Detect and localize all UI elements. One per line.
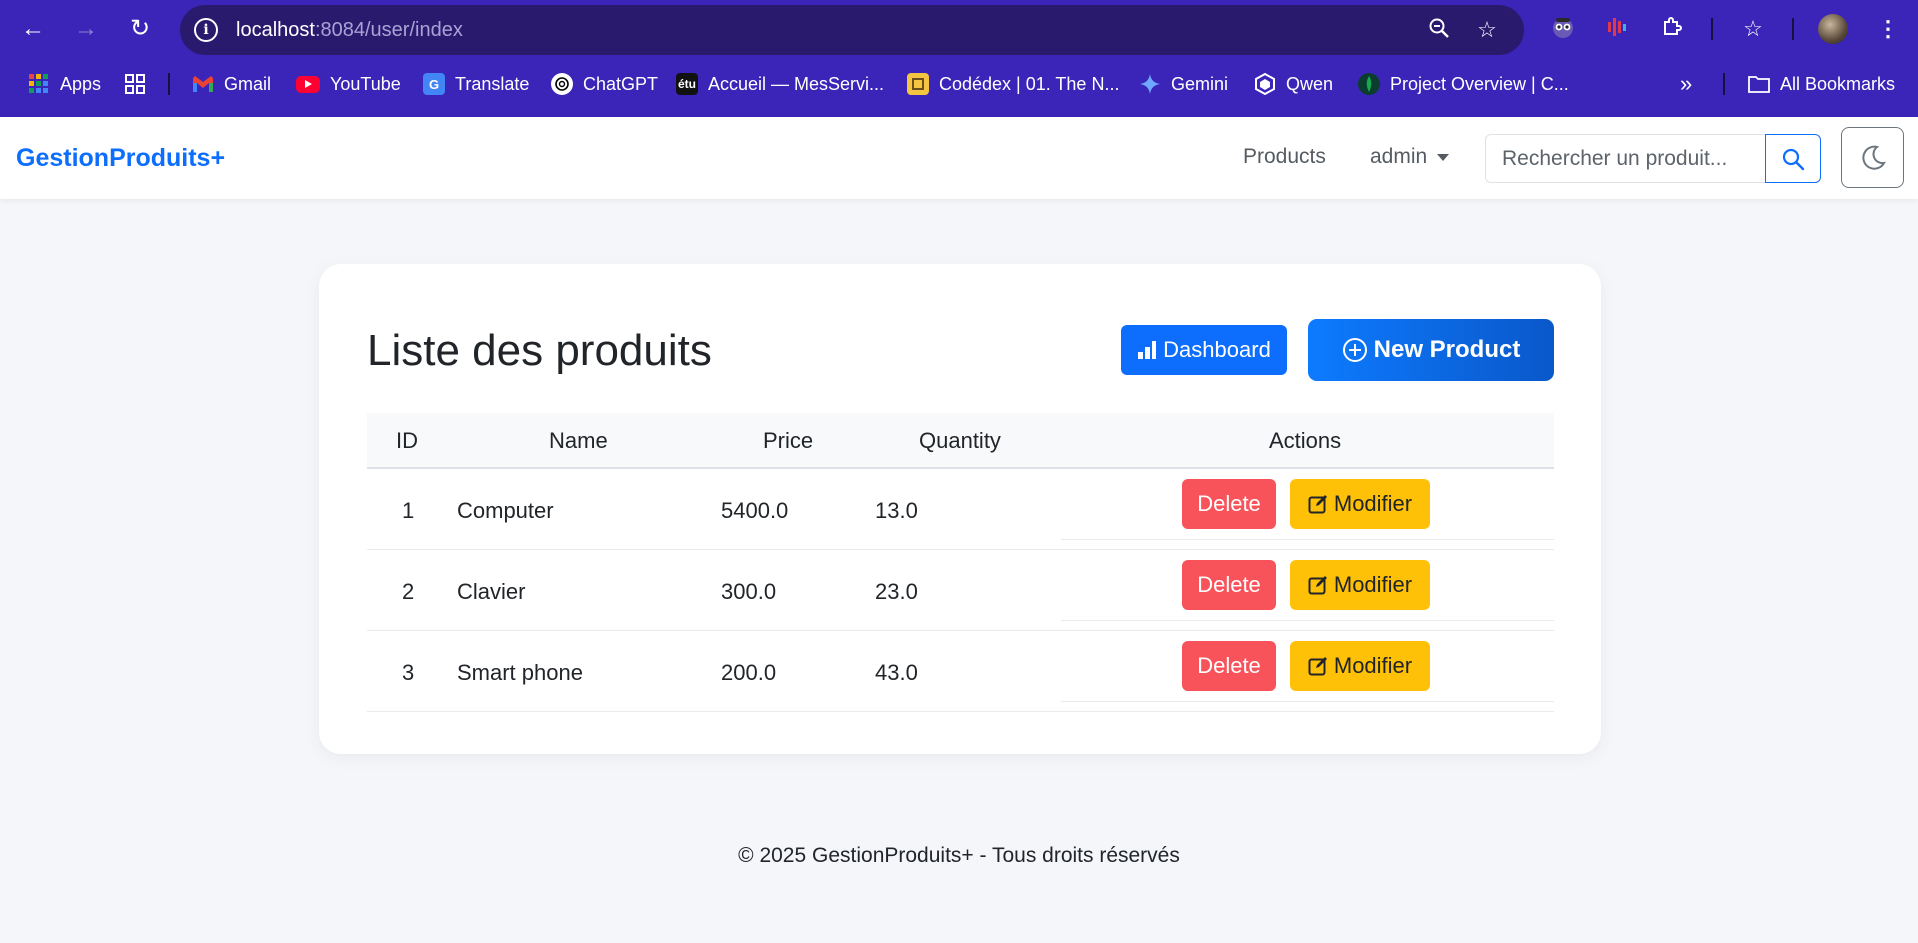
- bookmark-messervices[interactable]: étu Accueil — MesServi...: [676, 71, 884, 97]
- new-product-button[interactable]: New Product: [1308, 319, 1554, 381]
- etu-icon: étu: [676, 73, 698, 95]
- address-url[interactable]: localhost:8084/user/index: [236, 19, 463, 42]
- toolbar-divider: [1792, 18, 1794, 40]
- table-row: 3 Smart phone 200.0 43.0 Delete Modifier: [367, 631, 1554, 712]
- zoom-icon[interactable]: [1426, 17, 1452, 43]
- column-header-id: ID: [396, 428, 418, 453]
- extension-audio-icon[interactable]: [1603, 14, 1633, 44]
- column-header-name: Name: [549, 428, 608, 453]
- dashboard-button[interactable]: Dashboard: [1121, 325, 1287, 375]
- youtube-icon: [296, 75, 320, 93]
- bookmark-translate[interactable]: G Translate: [423, 71, 529, 97]
- footer-copyright: © 2025 GestionProduits+ - Tous droits ré…: [738, 844, 1180, 867]
- cell-quantity: 43.0: [875, 660, 918, 685]
- chatgpt-icon: [551, 73, 573, 95]
- products-card: Liste des produits Dashboard New Product…: [319, 264, 1601, 754]
- table-row: 1 Computer 5400.0 13.0 Delete Modifier: [367, 469, 1554, 550]
- edit-button[interactable]: Modifier: [1290, 560, 1430, 610]
- address-bar[interactable]: i localhost:8084/user/index ☆: [180, 5, 1524, 55]
- apps-grid-icon: [28, 73, 50, 95]
- profile-avatar[interactable]: [1818, 14, 1848, 44]
- bookmark-star-icon[interactable]: ☆: [1474, 17, 1500, 43]
- cell-id: 3: [402, 660, 415, 685]
- mongodb-icon: [1358, 73, 1380, 95]
- cell-quantity: 13.0: [875, 498, 918, 523]
- user-menu-dropdown[interactable]: admin: [1370, 145, 1450, 169]
- codedex-icon: [907, 73, 929, 95]
- edit-icon: [1308, 495, 1327, 514]
- brand-logo[interactable]: GestionProduits+: [16, 144, 225, 173]
- column-header-price: Price: [763, 428, 814, 453]
- bookmark-apps[interactable]: Apps: [28, 71, 101, 97]
- bookmark-gemini[interactable]: Gemini: [1139, 71, 1228, 97]
- app-navbar: GestionProduits+ Products admin: [0, 117, 1918, 199]
- browser-toolbar: ← → ↻ i localhost:8084/user/index ☆ ☆ ⋮: [0, 0, 1918, 58]
- edit-icon: [1308, 576, 1327, 595]
- plus-circle-icon: [1342, 338, 1367, 362]
- cell-name: Computer: [457, 498, 554, 523]
- delete-button[interactable]: Delete: [1182, 479, 1276, 529]
- cell-quantity: 23.0: [875, 579, 918, 604]
- bookmark-grid-icon[interactable]: [124, 71, 146, 97]
- folder-icon: [1748, 73, 1770, 95]
- browser-menu-icon[interactable]: ⋮: [1873, 14, 1903, 44]
- cell-price: 5400.0: [721, 498, 789, 523]
- qwen-icon: [1254, 73, 1276, 95]
- page-title: Liste des produits: [367, 326, 712, 375]
- translate-icon: G: [423, 73, 445, 95]
- bookmark-codedex[interactable]: Codédex | 01. The N...: [907, 71, 1119, 97]
- bookmark-qwen[interactable]: Qwen: [1254, 71, 1333, 97]
- delete-button[interactable]: Delete: [1182, 641, 1276, 691]
- cell-price: 300.0: [721, 579, 777, 604]
- bookmarks-overflow-button[interactable]: »: [1680, 71, 1692, 97]
- site-info-icon[interactable]: i: [194, 18, 218, 42]
- bookmark-chatgpt[interactable]: ChatGPT: [551, 71, 658, 97]
- gemini-icon: [1139, 73, 1161, 95]
- column-header-quantity: Quantity: [919, 428, 1001, 453]
- bookmark-project-overview[interactable]: Project Overview | C...: [1358, 71, 1569, 97]
- cell-id: 1: [402, 498, 415, 523]
- extension-spy-icon[interactable]: [1548, 14, 1578, 44]
- toolbar-divider: [1711, 18, 1713, 40]
- column-header-actions: Actions: [1269, 428, 1342, 453]
- bookmark-gmail[interactable]: Gmail: [192, 71, 271, 97]
- cell-name: Smart phone: [457, 660, 583, 685]
- gmail-icon: [192, 73, 214, 95]
- actions-cell-border: [1061, 620, 1554, 621]
- moon-icon: [1861, 145, 1886, 170]
- edit-icon: [1308, 657, 1327, 676]
- search-icon: [1782, 148, 1805, 170]
- table-row: 2 Clavier 300.0 23.0 Delete Modifier: [367, 550, 1554, 631]
- caret-down-icon: [1437, 153, 1450, 161]
- back-icon[interactable]: ←: [15, 11, 51, 47]
- bookmarks-divider: [1723, 73, 1725, 95]
- extensions-puzzle-icon[interactable]: [1658, 14, 1688, 44]
- bar-chart-icon: [1138, 341, 1157, 359]
- cell-name: Clavier: [457, 579, 526, 604]
- actions-cell-border: [1061, 539, 1554, 540]
- reload-icon[interactable]: ↻: [122, 11, 158, 47]
- nav-link-products[interactable]: Products: [1243, 145, 1326, 169]
- actions-cell-border: [1061, 701, 1554, 702]
- cell-id: 2: [402, 579, 415, 604]
- table-header: ID Name Price Quantity Actions: [367, 413, 1554, 469]
- search-input[interactable]: [1485, 134, 1765, 183]
- all-bookmarks-button[interactable]: All Bookmarks: [1748, 71, 1895, 97]
- search-button[interactable]: [1765, 134, 1821, 183]
- bookmarks-bar: Apps Gmail YouTube G Translate ChatGPT é…: [0, 62, 1918, 106]
- user-menu-label: admin: [1370, 145, 1428, 168]
- bookmark-youtube[interactable]: YouTube: [296, 71, 401, 97]
- cell-price: 200.0: [721, 660, 777, 685]
- browser-chrome: ← → ↻ i localhost:8084/user/index ☆ ☆ ⋮: [0, 0, 1918, 117]
- forward-icon[interactable]: →: [68, 11, 104, 47]
- theme-toggle-button[interactable]: [1841, 127, 1904, 188]
- delete-button[interactable]: Delete: [1182, 560, 1276, 610]
- reading-list-icon[interactable]: ☆: [1738, 14, 1768, 44]
- bookmarks-divider: [168, 73, 170, 95]
- edit-button[interactable]: Modifier: [1290, 641, 1430, 691]
- edit-button[interactable]: Modifier: [1290, 479, 1430, 529]
